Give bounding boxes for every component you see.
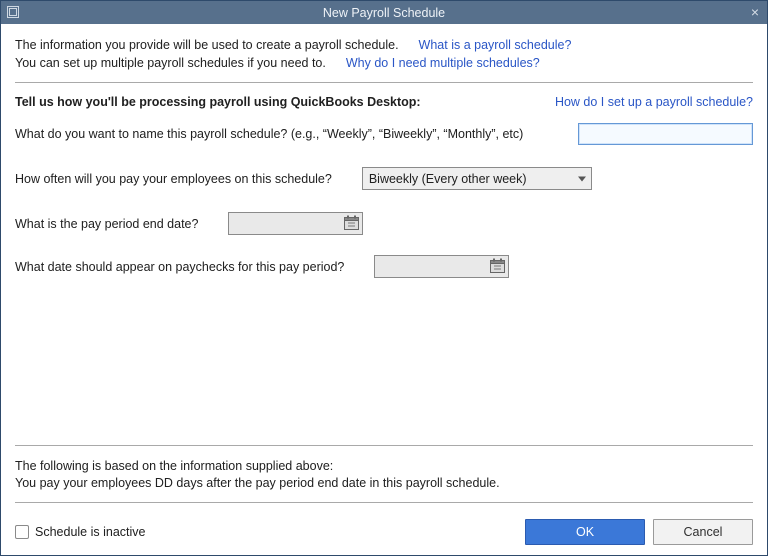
inactive-checkbox[interactable]: Schedule is inactive [15, 525, 145, 539]
calendar-icon[interactable] [344, 215, 359, 230]
divider [15, 502, 753, 503]
row-period-end: What is the pay period end date? [15, 212, 753, 235]
inactive-label: Schedule is inactive [35, 525, 145, 539]
footer: Schedule is inactive OK Cancel [15, 515, 753, 545]
paycheck-date-input[interactable] [374, 255, 509, 278]
close-icon[interactable]: × [751, 3, 759, 21]
new-payroll-schedule-dialog: New Payroll Schedule × The information y… [0, 0, 768, 556]
schedule-name-input[interactable] [578, 123, 753, 145]
intro-line-1: The information you provide will be used… [15, 36, 399, 54]
restore-icon[interactable] [7, 6, 19, 18]
dialog-content: The information you provide will be used… [1, 24, 767, 555]
link-what-is-payroll-schedule[interactable]: What is a payroll schedule? [419, 36, 572, 54]
link-why-multiple-schedules[interactable]: Why do I need multiple schedules? [346, 54, 540, 72]
frequency-select[interactable]: Biweekly (Every other week) [362, 167, 592, 190]
label-paycheck-date: What date should appear on paychecks for… [15, 260, 344, 274]
intro-block: The information you provide will be used… [15, 36, 753, 72]
row-paycheck-date: What date should appear on paychecks for… [15, 255, 753, 278]
summary-line-2: You pay your employees DD days after the… [15, 475, 753, 492]
period-end-date-input[interactable] [228, 212, 363, 235]
label-period-end: What is the pay period end date? [15, 217, 198, 231]
label-schedule-name: What do you want to name this payroll sc… [15, 127, 523, 141]
divider [15, 445, 753, 446]
titlebar: New Payroll Schedule × [1, 1, 767, 24]
calendar-icon[interactable] [490, 258, 505, 273]
cancel-button[interactable]: Cancel [653, 519, 753, 545]
divider [15, 82, 753, 83]
section-header: Tell us how you'll be processing payroll… [15, 95, 753, 109]
frequency-value: Biweekly (Every other week) [369, 172, 527, 186]
row-schedule-name: What do you want to name this payroll sc… [15, 123, 753, 145]
checkbox-icon [15, 525, 29, 539]
row-frequency: How often will you pay your employees on… [15, 167, 753, 190]
summary-line-1: The following is based on the informatio… [15, 458, 753, 475]
section-heading: Tell us how you'll be processing payroll… [15, 95, 421, 109]
link-how-setup-schedule[interactable]: How do I set up a payroll schedule? [555, 95, 753, 109]
window-title: New Payroll Schedule [1, 6, 767, 20]
ok-button[interactable]: OK [525, 519, 645, 545]
label-frequency: How often will you pay your employees on… [15, 172, 332, 186]
intro-line-2: You can set up multiple payroll schedule… [15, 54, 326, 72]
summary-block: The following is based on the informatio… [15, 458, 753, 492]
